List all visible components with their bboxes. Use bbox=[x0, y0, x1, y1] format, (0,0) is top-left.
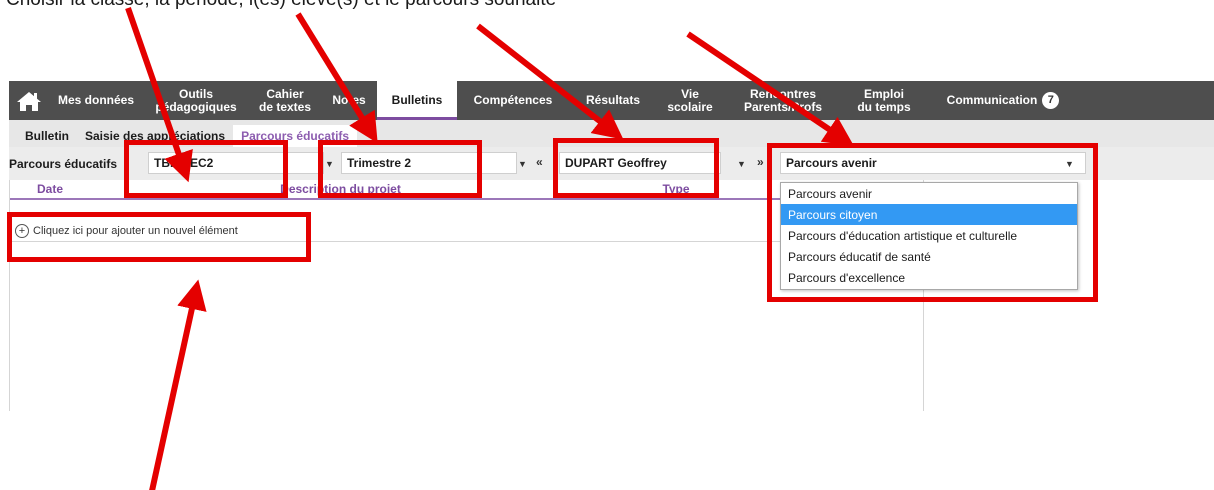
home-button[interactable] bbox=[9, 81, 49, 120]
nav-communication[interactable]: Communication 7 bbox=[925, 81, 1081, 120]
annotation-box-periode bbox=[318, 140, 482, 198]
column-header-date[interactable]: Date bbox=[10, 180, 90, 200]
nav-mes-donnees[interactable]: Mes données bbox=[49, 81, 143, 120]
periode-chevron-down-icon[interactable]: ▼ bbox=[518, 159, 527, 169]
home-icon bbox=[17, 91, 41, 111]
next-student-icon[interactable]: » bbox=[757, 155, 764, 169]
nav-rencontres-parents-profs[interactable]: Rencontres Parents/Profs bbox=[723, 81, 843, 120]
nav-communication-label: Communication bbox=[946, 93, 1038, 107]
subtab-bulletin[interactable]: Bulletin bbox=[9, 125, 77, 147]
annotation-box-classe bbox=[124, 140, 288, 198]
nav-notes[interactable]: Notes bbox=[321, 81, 377, 120]
nav-cahier-de-textes[interactable]: Cahier de textes bbox=[249, 81, 321, 120]
main-navbar: Mes données Outils pédagogiques Cahier d… bbox=[9, 81, 1214, 120]
nav-outils-pedagogiques[interactable]: Outils pédagogiques bbox=[143, 81, 249, 120]
previous-student-icon[interactable]: « bbox=[536, 155, 543, 169]
nav-competences[interactable]: Compétences bbox=[457, 81, 569, 120]
toolbar-label: Parcours éducatifs bbox=[9, 157, 118, 171]
nav-vie-scolaire[interactable]: Vie scolaire bbox=[657, 81, 723, 120]
nav-resultats[interactable]: Résultats bbox=[569, 81, 657, 120]
nav-bulletins[interactable]: Bulletins bbox=[377, 81, 457, 120]
annotation-box-parcours bbox=[767, 143, 1098, 302]
eleve-chevron-down-icon[interactable]: ▼ bbox=[737, 159, 746, 169]
nav-emploi-du-temps[interactable]: Emploi du temps bbox=[843, 81, 925, 120]
annotation-box-eleve bbox=[553, 138, 719, 198]
notification-badge: 7 bbox=[1042, 92, 1060, 109]
instruction-caption: Choisir la classe, la période, l(es) élè… bbox=[6, 0, 556, 11]
annotation-box-add-element bbox=[7, 212, 311, 262]
